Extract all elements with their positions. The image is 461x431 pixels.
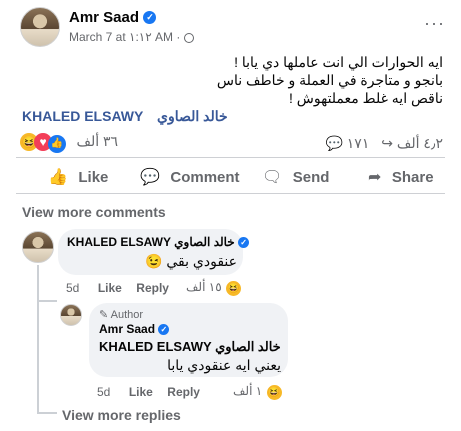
comment-actions: 5d Like Reply	[66, 279, 169, 297]
reply-age[interactable]: 5d	[97, 385, 110, 399]
post-tag-english[interactable]: KHALED ELSAWY	[22, 108, 143, 124]
post-line-1: ايه الحوارات الي انت عاملها دي يابا !	[234, 54, 443, 70]
reply-tag[interactable]: KHALED ELSAWY خالد الصاوي	[99, 339, 281, 355]
commenter-avatar[interactable]	[22, 231, 54, 263]
reply-author-row: Amr Saad ✓	[99, 322, 170, 336]
reply-author-avatar[interactable]	[60, 304, 82, 326]
post-author-row: Amr Saad ✓	[69, 9, 157, 27]
author-badge: ✎ Author	[99, 309, 144, 321]
post-line-3: ناقص ايه غلط معملتهوش !	[289, 90, 443, 106]
reply-branch-line	[37, 300, 57, 302]
haha-reaction-icon: 😆	[226, 281, 242, 296]
thumbs-up-icon: 👍	[48, 169, 68, 186]
author-avatar[interactable]	[20, 7, 60, 47]
comment-text: عنقودي بقي 😉	[145, 253, 237, 269]
reply-actions: 5d Like Reply	[97, 383, 200, 401]
post-timestamp[interactable]: March 7 at ١:١٢ AM	[69, 30, 173, 44]
share-icon: ➦	[368, 169, 382, 186]
share-arrow-icon: ↪	[381, 135, 393, 151]
post-tag-arabic[interactable]: خالد الصاوي	[157, 108, 228, 124]
like-reaction-icon: 👍	[48, 135, 66, 153]
reply-author[interactable]: Amr Saad	[99, 322, 155, 336]
comment-age[interactable]: 5d	[66, 281, 79, 295]
globe-icon	[183, 32, 194, 43]
pen-icon: ✎	[99, 309, 109, 321]
post-tag[interactable]: KHALED ELSAWY خالد الصاوي	[22, 108, 228, 125]
comment-bubble-icon: 💬	[325, 135, 343, 151]
thread-line	[37, 265, 39, 413]
engagement-counts: 💬 ٤٫٢ ألف ↪ ١٧١	[325, 135, 443, 152]
reactions-count[interactable]: ٣٦ ألف	[76, 133, 118, 149]
comment-reply-button[interactable]: Reply	[136, 281, 169, 295]
comment-author[interactable]: KHALED ELSAWY خالد الصاوي	[67, 235, 235, 249]
view-more-replies-link[interactable]: View more replies	[62, 407, 181, 423]
like-button[interactable]: 👍 Like	[48, 167, 108, 187]
send-button[interactable]: 🗨 Send	[262, 167, 329, 187]
post-line-2: بانجو و متاجرة في العملة و خاطف ناس	[216, 72, 443, 88]
view-more-comments-link[interactable]: View more comments	[22, 204, 166, 220]
comment-author-row: KHALED ELSAWY خالد الصاوي ✓	[67, 235, 250, 249]
shares-count[interactable]: ١٧١	[347, 135, 370, 151]
more-options-icon[interactable]: ···	[424, 13, 445, 34]
reply-reaction-count[interactable]: ١ ألف 😆	[233, 382, 282, 400]
messenger-icon: 🗨	[262, 169, 283, 186]
divider-bottom	[16, 193, 445, 194]
view-replies-branch-line	[37, 412, 57, 414]
reply-text: يعني ايه عنقودي يابا	[167, 357, 281, 373]
reactions-summary[interactable]: 😆 ♥ 👍 ٣٦ ألف	[20, 133, 118, 153]
reply-reply-button[interactable]: Reply	[167, 385, 200, 399]
divider-top	[16, 157, 445, 158]
reply-like-button[interactable]: Like	[129, 385, 153, 399]
post-author-name[interactable]: Amr Saad	[69, 9, 139, 26]
post-meta: March 7 at ١:١٢ AM ·	[69, 30, 194, 44]
verified-badge-icon: ✓	[158, 324, 170, 336]
comment-icon: 💬	[140, 169, 160, 186]
comment-button[interactable]: 💬 Comment	[140, 167, 240, 187]
haha-reaction-icon: 😆	[266, 385, 282, 400]
share-button[interactable]: ➦ Share	[368, 167, 434, 187]
verified-badge-icon: ✓	[143, 11, 157, 25]
comment-like-button[interactable]: Like	[98, 281, 122, 295]
comment-reaction-count[interactable]: ١٥ ألف 😆	[186, 278, 242, 296]
verified-badge-icon: ✓	[238, 237, 250, 249]
post-body: ايه الحوارات الي انت عاملها دي يابا ! با…	[23, 53, 443, 107]
comments-count[interactable]: ٤٫٢ ألف	[397, 135, 443, 151]
